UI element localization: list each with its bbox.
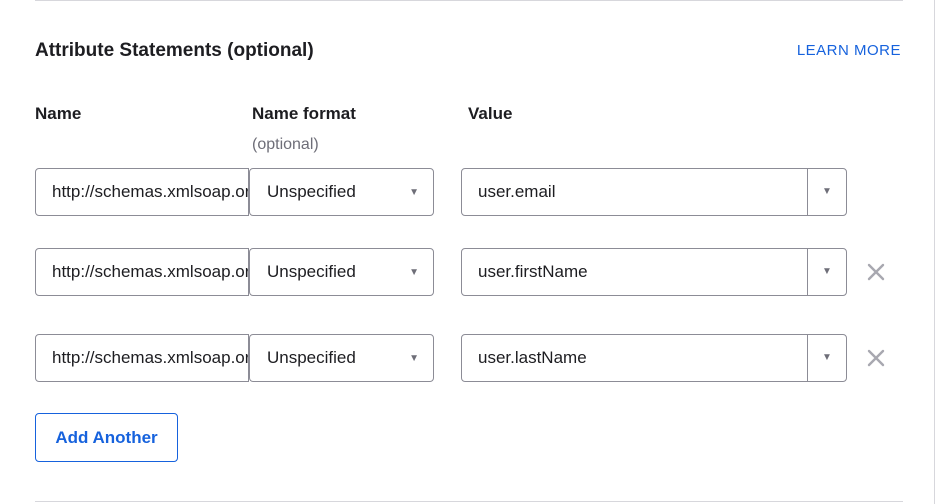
- top-divider: [35, 0, 903, 1]
- attribute-value-combobox[interactable]: user.email ▼: [461, 168, 847, 216]
- name-format-selected: Unspecified: [267, 182, 356, 201]
- value-dropdown-toggle[interactable]: ▼: [808, 335, 846, 381]
- attribute-name-input[interactable]: [35, 168, 249, 216]
- name-format-select[interactable]: Unspecified ▼: [249, 248, 434, 296]
- close-icon: [867, 263, 885, 281]
- name-format-select[interactable]: Unspecified ▼: [249, 168, 434, 216]
- value-dropdown-toggle[interactable]: ▼: [808, 249, 846, 295]
- section-title: Attribute Statements (optional): [35, 40, 314, 61]
- attribute-statements-panel: Attribute Statements (optional) LEARN MO…: [0, 0, 935, 504]
- caret-down-icon: ▼: [409, 267, 419, 278]
- bottom-divider: [35, 501, 903, 502]
- attribute-row: Unspecified ▼ user.firstName ▼: [0, 248, 936, 296]
- attribute-value-text: user.firstName: [478, 262, 588, 281]
- attribute-row: Unspecified ▼ user.email ▼: [0, 168, 936, 216]
- attribute-name-input[interactable]: [35, 334, 249, 382]
- caret-down-icon: ▼: [409, 353, 419, 364]
- value-dropdown-toggle[interactable]: ▼: [808, 169, 846, 215]
- name-format-selected: Unspecified: [267, 348, 356, 367]
- attribute-value-combobox[interactable]: user.firstName ▼: [461, 248, 847, 296]
- column-header-name: Name: [35, 104, 82, 123]
- attribute-name-input[interactable]: [35, 248, 249, 296]
- column-header-name-format-optional: (optional): [252, 136, 319, 153]
- attribute-value-combobox[interactable]: user.lastName ▼: [461, 334, 847, 382]
- column-header-name-format: Name format: [252, 104, 356, 123]
- close-icon: [867, 349, 885, 367]
- remove-row-button[interactable]: [866, 262, 886, 282]
- add-another-button[interactable]: Add Another: [35, 413, 178, 462]
- learn-more-link[interactable]: LEARN MORE: [797, 42, 901, 59]
- attribute-row: Unspecified ▼ user.lastName ▼: [0, 334, 936, 382]
- caret-down-icon: ▼: [409, 187, 419, 198]
- column-header-value: Value: [468, 104, 513, 123]
- remove-row-button[interactable]: [866, 348, 886, 368]
- name-format-select[interactable]: Unspecified ▼: [249, 334, 434, 382]
- name-format-selected: Unspecified: [267, 262, 356, 281]
- attribute-value-text: user.lastName: [478, 348, 587, 367]
- caret-down-icon: ▼: [822, 266, 832, 277]
- attribute-value-text: user.email: [478, 182, 556, 201]
- caret-down-icon: ▼: [822, 352, 832, 363]
- caret-down-icon: ▼: [822, 186, 832, 197]
